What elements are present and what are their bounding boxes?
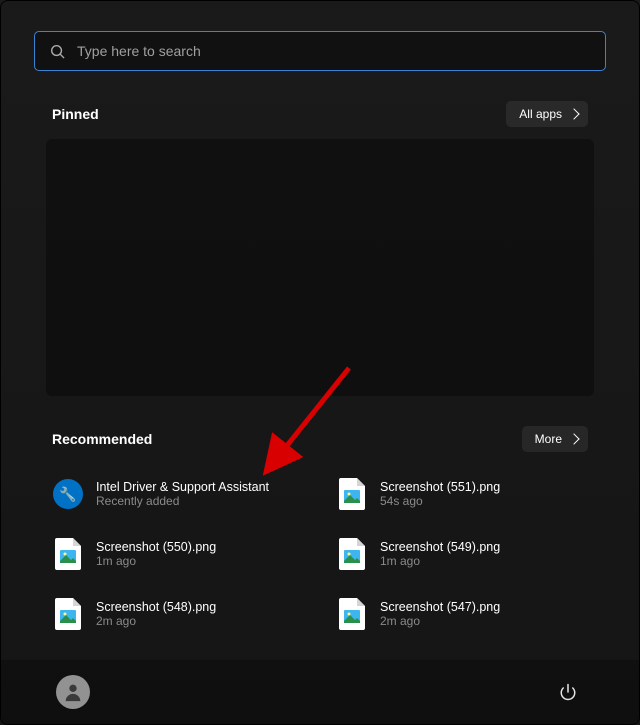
recommended-item[interactable]: Screenshot (549).png 1m ago	[330, 534, 594, 574]
item-subtitle: 1m ago	[96, 554, 216, 568]
item-subtitle: 1m ago	[380, 554, 500, 568]
item-subtitle: 54s ago	[380, 494, 500, 508]
search-icon	[50, 44, 65, 59]
recommended-item[interactable]: Screenshot (550).png 1m ago	[46, 534, 310, 574]
more-label: More	[535, 432, 562, 446]
search-box[interactable]	[34, 31, 606, 71]
image-file-icon	[52, 598, 84, 630]
pinned-area	[46, 139, 594, 396]
item-subtitle: 2m ago	[380, 614, 500, 628]
image-file-icon	[336, 538, 368, 570]
item-title: Intel Driver & Support Assistant	[96, 480, 269, 494]
item-title: Screenshot (549).png	[380, 540, 500, 554]
image-file-icon	[336, 598, 368, 630]
item-subtitle: 2m ago	[96, 614, 216, 628]
search-input[interactable]	[77, 43, 590, 59]
recommended-grid: 🔧 Intel Driver & Support Assistant Recen…	[34, 464, 606, 634]
chevron-right-icon	[568, 433, 579, 444]
item-title: Screenshot (548).png	[96, 600, 216, 614]
recommended-item[interactable]: Screenshot (548).png 2m ago	[46, 594, 310, 634]
image-file-icon	[52, 538, 84, 570]
pinned-title: Pinned	[52, 106, 99, 122]
pinned-header: Pinned All apps	[34, 101, 606, 127]
recommended-title: Recommended	[52, 431, 152, 447]
bottom-bar	[1, 659, 639, 724]
item-title: Screenshot (547).png	[380, 600, 500, 614]
power-icon	[559, 683, 577, 701]
recommended-header: Recommended More	[34, 426, 606, 452]
intel-icon: 🔧	[52, 478, 84, 510]
recommended-item[interactable]: Screenshot (547).png 2m ago	[330, 594, 594, 634]
image-file-icon	[336, 478, 368, 510]
recommended-item[interactable]: Screenshot (551).png 54s ago	[330, 474, 594, 514]
chevron-right-icon	[568, 108, 579, 119]
all-apps-label: All apps	[519, 107, 562, 121]
all-apps-button[interactable]: All apps	[506, 101, 588, 127]
item-subtitle: Recently added	[96, 494, 269, 508]
recommended-item[interactable]: 🔧 Intel Driver & Support Assistant Recen…	[46, 474, 310, 514]
more-button[interactable]: More	[522, 426, 588, 452]
power-button[interactable]	[552, 676, 584, 708]
user-button[interactable]	[56, 675, 90, 709]
item-title: Screenshot (550).png	[96, 540, 216, 554]
item-title: Screenshot (551).png	[380, 480, 500, 494]
user-icon	[62, 681, 84, 703]
